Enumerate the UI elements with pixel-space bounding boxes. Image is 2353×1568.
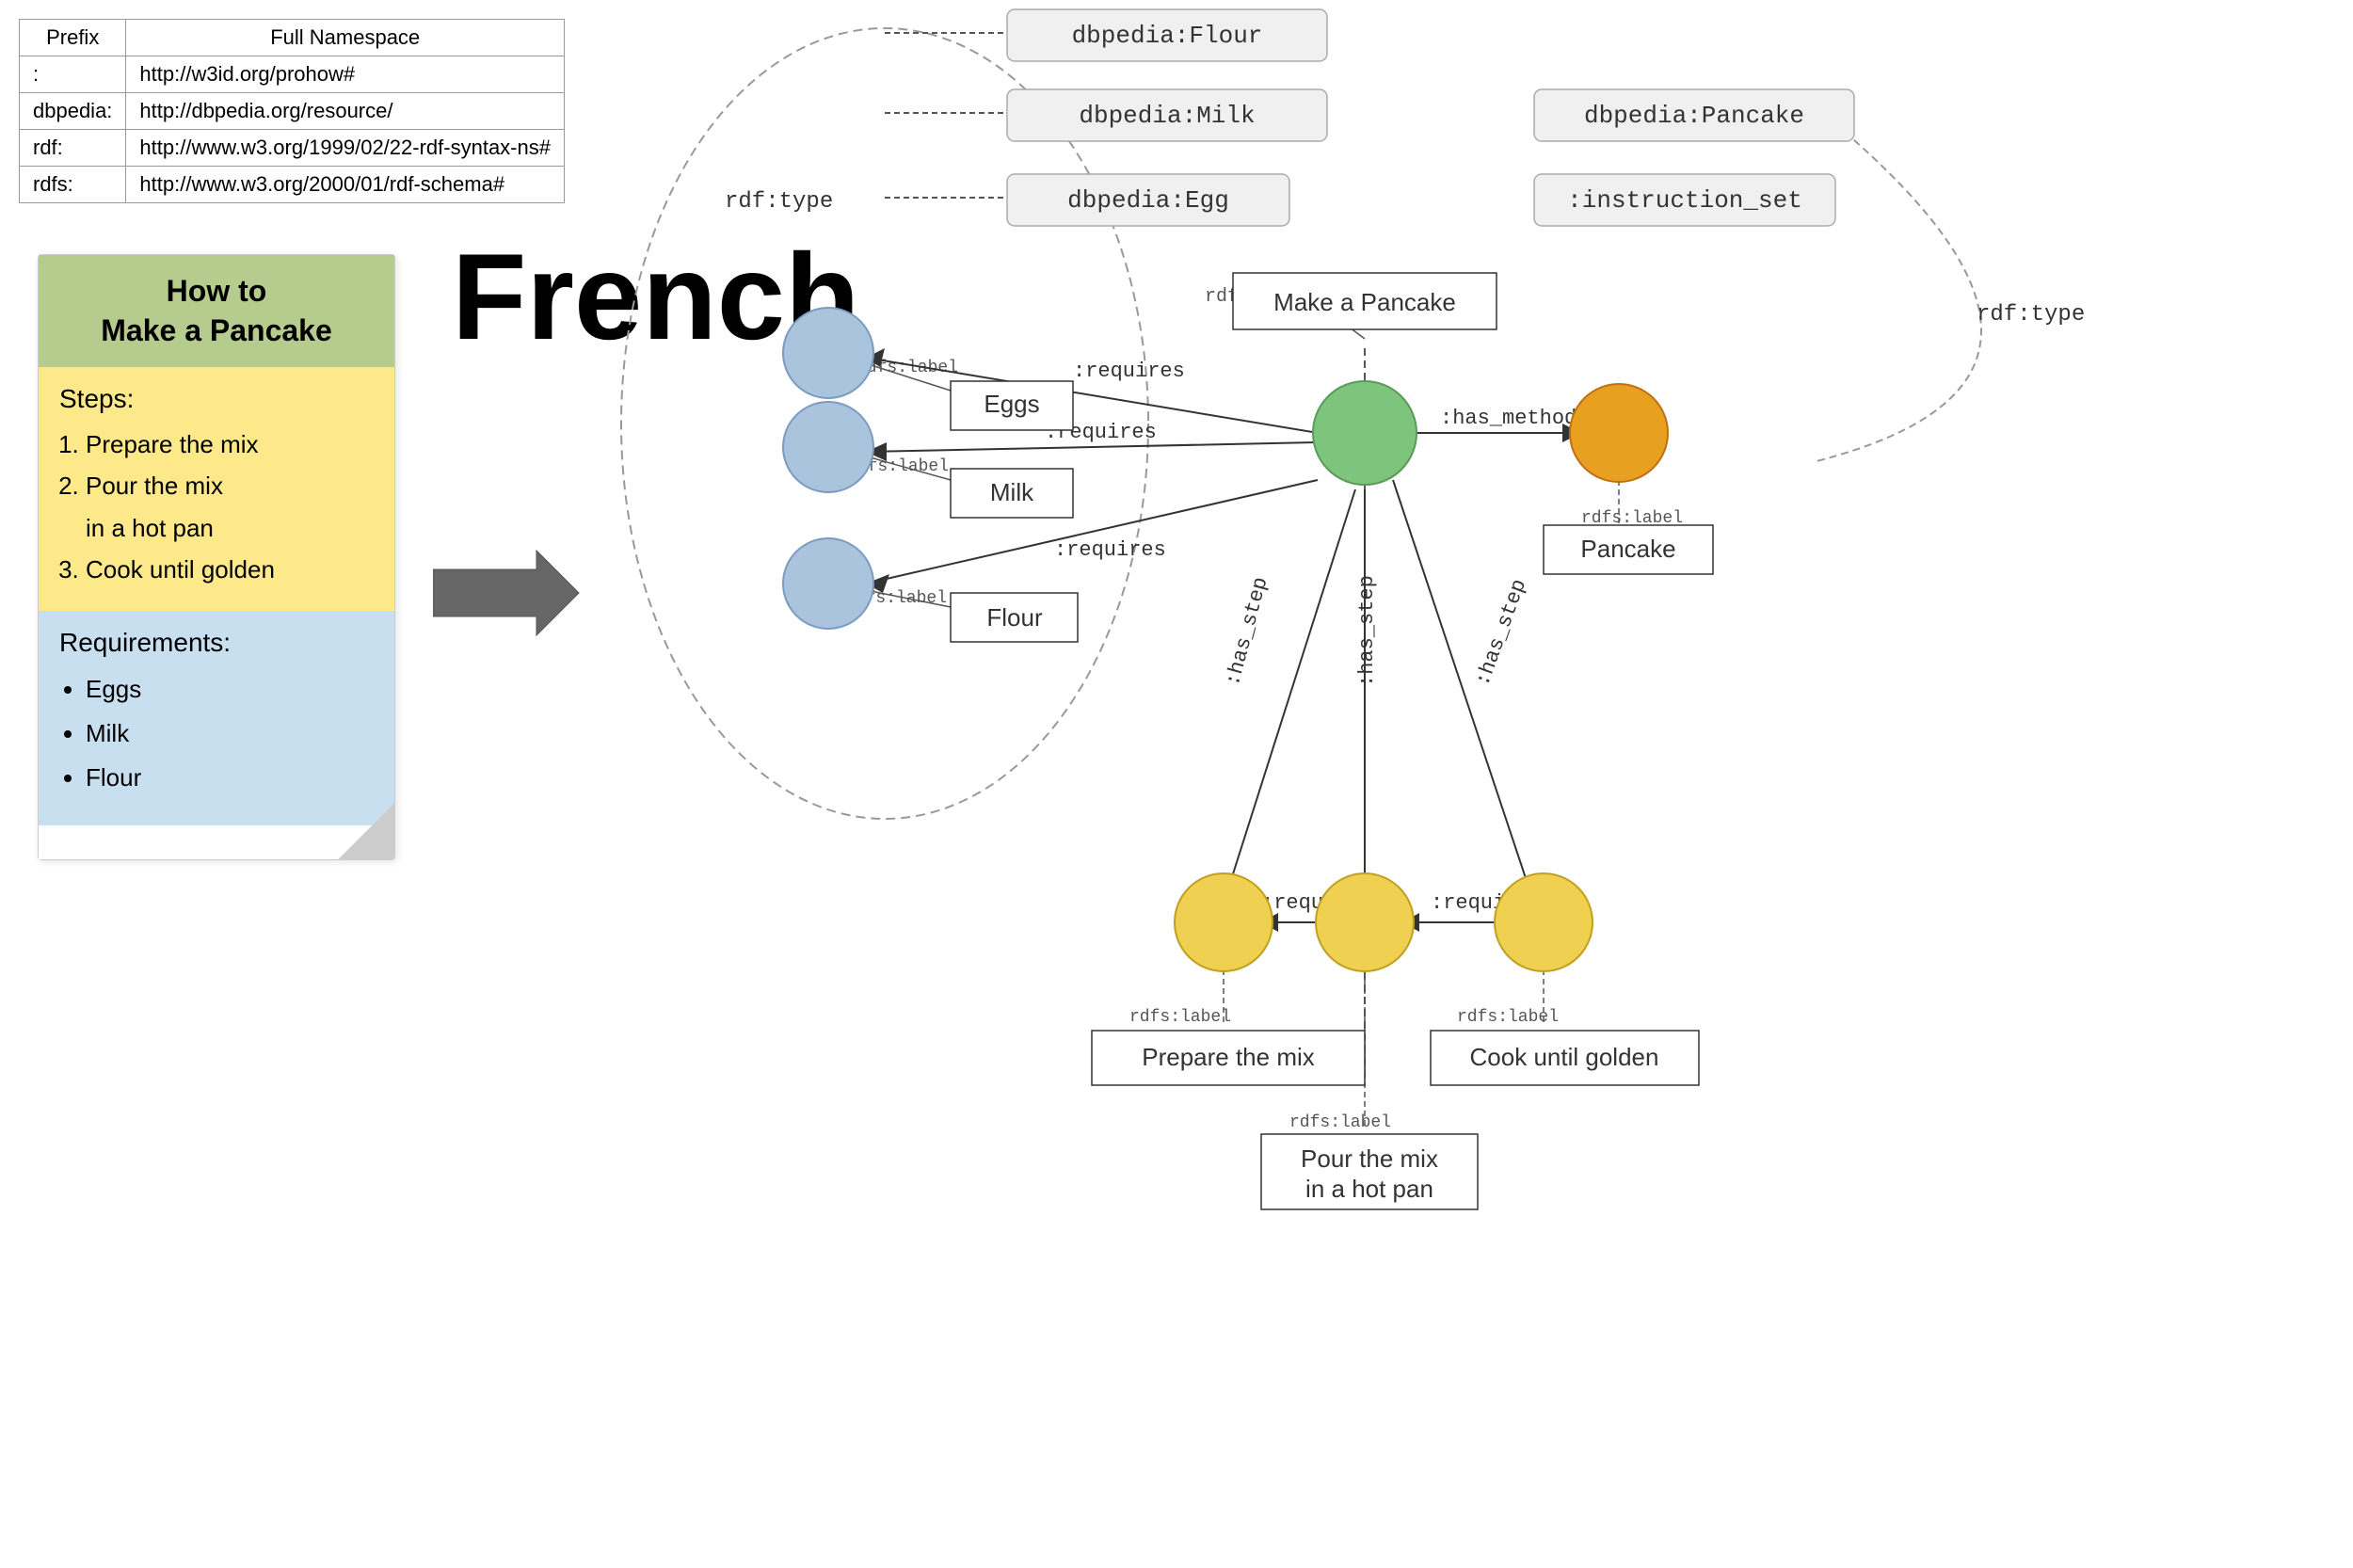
recipe-title: How to Make a Pancake <box>39 255 394 367</box>
card-fold <box>39 825 394 859</box>
node-pancake-ns: dbpedia:Pancake <box>1584 102 1804 130</box>
rdfs-label-prepare: rdfs:label <box>1129 1008 1231 1027</box>
ns-header-prefix: Prefix <box>20 20 126 56</box>
circle-pour <box>1316 873 1414 971</box>
req-milk: Milk <box>86 712 374 756</box>
ns-prefix-rdf: rdf: <box>20 130 126 167</box>
recipe-card: How to Make a Pancake Steps: Prepare the… <box>38 254 395 860</box>
steps-list: Prepare the mix Pour the mixin a hot pan… <box>86 424 374 590</box>
namespace-table: Prefix Full Namespace : http://w3id.org/… <box>19 19 565 203</box>
label-milk: Milk <box>990 478 1034 506</box>
step-2: Pour the mixin a hot pan <box>86 465 374 548</box>
circle-milk <box>783 402 873 492</box>
req-flour: Flour <box>86 756 374 800</box>
circle-flour <box>783 538 873 629</box>
circle-center <box>1313 381 1417 485</box>
label-pancake-orange: Pancake <box>1580 535 1675 563</box>
has-method-label: :has_method <box>1440 407 1577 430</box>
label-eggs: Eggs <box>984 390 1039 418</box>
label-pour-line1: Pour the mix <box>1301 1144 1438 1173</box>
req-eggs: Eggs <box>86 667 374 712</box>
has-step-2-label: :has_step <box>1355 575 1379 687</box>
ns-uri-rdfs: http://www.w3.org/2000/01/rdf-schema# <box>126 167 565 203</box>
label-flour: Flour <box>986 603 1043 632</box>
recipe-steps-section: Steps: Prepare the mix Pour the mixin a … <box>39 367 394 611</box>
rdfs-label-pour: rdfs:label <box>1289 1113 1391 1132</box>
reqs-list: Eggs Milk Flour <box>86 667 374 799</box>
circle-prepare <box>1175 873 1273 971</box>
circle-pancake-method <box>1570 384 1668 482</box>
node-milk-ns: dbpedia:Milk <box>1079 102 1255 130</box>
rdf-type-label-right: rdf:type <box>1977 302 2085 328</box>
ns-header-namespace: Full Namespace <box>126 20 565 56</box>
recipe-requirements-section: Requirements: Eggs Milk Flour <box>39 611 394 825</box>
ns-uri-rdf: http://www.w3.org/1999/02/22-rdf-syntax-… <box>126 130 565 167</box>
label-pour-line2: in a hot pan <box>1305 1175 1433 1203</box>
ns-uri-dbpedia: http://dbpedia.org/resource/ <box>126 93 565 130</box>
label-prepare: Prepare the mix <box>1142 1043 1315 1071</box>
graph-svg: rdf:type rdf:type rdfs:label rdfs:label … <box>546 0 2315 1568</box>
node-flour-ns: dbpedia:Flour <box>1072 22 1263 50</box>
requires-eggs-label: :requires <box>1073 360 1185 383</box>
requires-flour-label: :requires <box>1054 538 1166 562</box>
reqs-label: Requirements: <box>59 628 374 658</box>
rdfs-label-cook: rdfs:label <box>1457 1008 1559 1027</box>
circle-cook <box>1495 873 1593 971</box>
ns-uri-prohow: http://w3id.org/prohow# <box>126 56 565 93</box>
ns-prefix-rdfs: rdfs: <box>20 167 126 203</box>
has-step-1-label: :has_step <box>1222 575 1273 689</box>
step-3: Cook until golden <box>86 549 374 590</box>
label-cook: Cook until golden <box>1470 1043 1659 1071</box>
node-instruction-set-ns: :instruction_set <box>1567 186 1802 215</box>
label-make-pancake: Make a Pancake <box>1273 288 1456 316</box>
step-1: Prepare the mix <box>86 424 374 465</box>
ns-prefix-colon: : <box>20 56 126 93</box>
has-step-3-label: :has_step <box>1471 576 1531 689</box>
node-egg-ns: dbpedia:Egg <box>1067 186 1229 215</box>
circle-eggs <box>783 308 873 398</box>
ns-prefix-dbpedia: dbpedia: <box>20 93 126 130</box>
rdf-type-label-left: rdf:type <box>725 189 833 215</box>
steps-label: Steps: <box>59 384 374 414</box>
